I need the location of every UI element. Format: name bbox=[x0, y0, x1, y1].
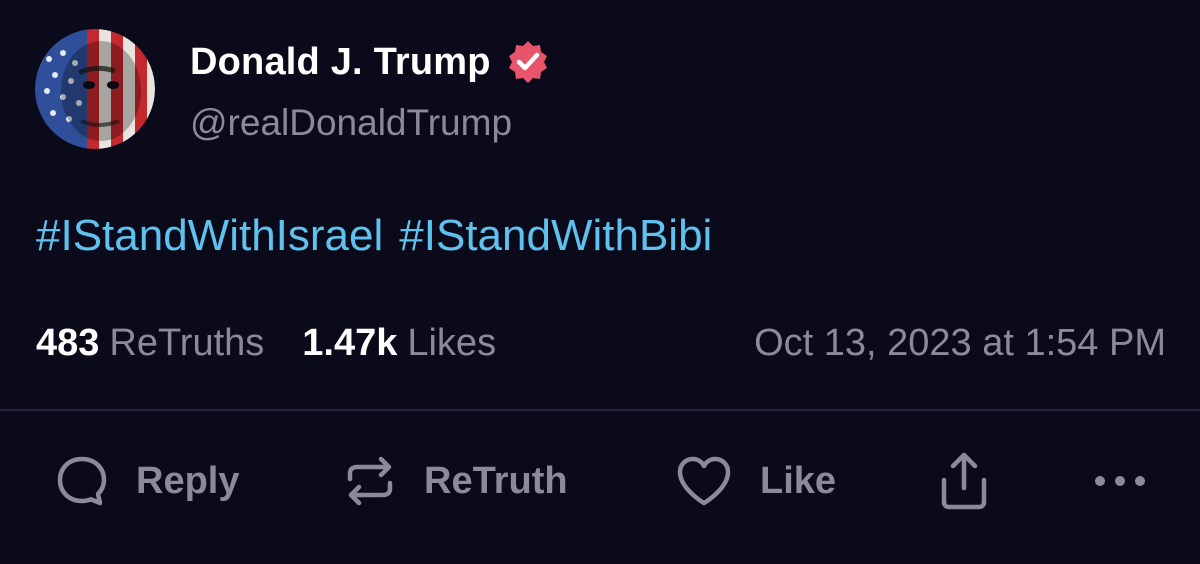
likes-label: Likes bbox=[407, 321, 497, 364]
hashtag-link[interactable]: #IStandWithBibi bbox=[399, 211, 712, 261]
share-icon bbox=[941, 452, 987, 510]
retruth-icon bbox=[347, 456, 393, 506]
post-text: #IStandWithIsrael #IStandWithBibi bbox=[36, 211, 712, 261]
retruth-label: ReTruth bbox=[424, 459, 568, 502]
avatar[interactable] bbox=[35, 29, 155, 149]
more-icon bbox=[1095, 476, 1145, 486]
likes-count: 1.47k bbox=[302, 321, 398, 364]
heart-icon bbox=[677, 456, 731, 506]
post-stats: 483 ReTruths 1.47k Likes Oct 13, 2023 at 1… bbox=[36, 320, 1166, 366]
likes-stat[interactable]: 1.47k Likes bbox=[302, 322, 496, 365]
post-timestamp: Oct 13, 2023 at 1:54 PM bbox=[754, 321, 1166, 364]
divider bbox=[0, 409, 1200, 411]
retruths-label: ReTruths bbox=[109, 321, 265, 364]
retruths-count: 483 bbox=[36, 321, 100, 364]
author-name-row: Donald J. Trump bbox=[190, 38, 551, 86]
like-button[interactable]: Like bbox=[674, 450, 836, 512]
verified-badge-icon bbox=[508, 41, 547, 83]
truth-post: Donald J. Trump @realDonaldTrump #IStand… bbox=[0, 0, 1200, 564]
author-handle[interactable]: @realDonaldTrump bbox=[190, 102, 512, 144]
hashtag-link[interactable]: #IStandWithIsrael bbox=[36, 211, 383, 261]
share-button[interactable] bbox=[936, 450, 992, 512]
retruths-stat[interactable]: 483 ReTruths bbox=[36, 322, 264, 365]
retruth-button[interactable]: ReTruth bbox=[342, 450, 568, 512]
reply-label: Reply bbox=[136, 459, 240, 502]
reply-button[interactable]: Reply bbox=[54, 450, 239, 512]
reply-icon bbox=[57, 456, 107, 506]
like-label: Like bbox=[760, 459, 837, 502]
more-button[interactable] bbox=[1092, 450, 1148, 512]
author-display-name[interactable]: Donald J. Trump bbox=[190, 41, 491, 84]
